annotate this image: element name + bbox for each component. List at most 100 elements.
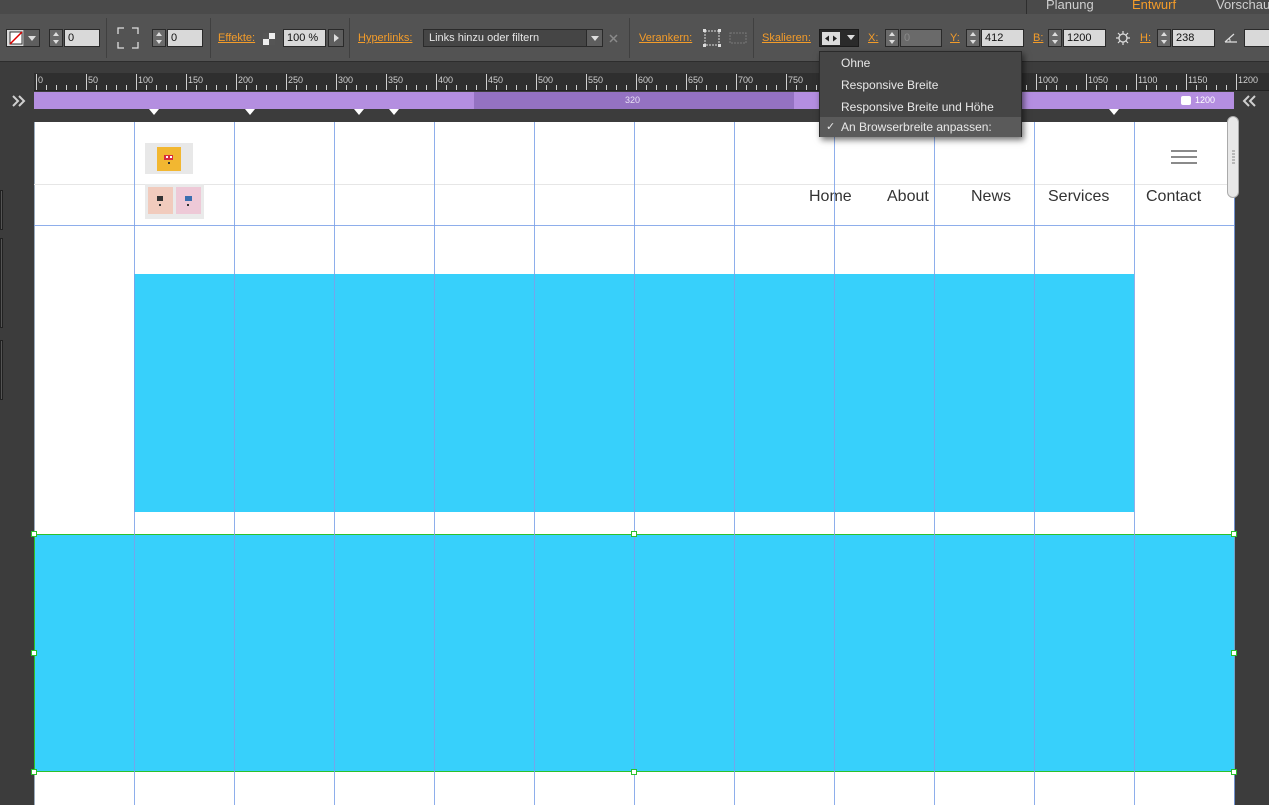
menu-item-responsive-width[interactable]: Responsive Breite — [820, 74, 1021, 96]
ruler-minor-tick — [1146, 85, 1147, 90]
ruler-minor-tick — [266, 85, 267, 90]
breakpoint-marker[interactable] — [1109, 109, 1119, 115]
rotation-input[interactable] — [1244, 29, 1269, 47]
logo-mark-eye — [166, 156, 168, 158]
anchor-label[interactable]: Verankern: — [639, 32, 692, 44]
row-guide — [34, 225, 1234, 226]
menu-item-ohne[interactable]: Ohne — [820, 52, 1021, 74]
left-panel-stub[interactable] — [0, 340, 3, 400]
x-label[interactable]: X: — [868, 32, 878, 44]
ruler-tick-label: 1050 — [1088, 75, 1109, 85]
mode-tab-vorschau[interactable]: Vorschau — [1216, 0, 1269, 12]
mode-tab-entwurf[interactable]: Entwurf — [1132, 0, 1176, 12]
ruler-minor-tick — [676, 85, 677, 90]
link-dimensions-icon[interactable] — [1114, 30, 1132, 46]
ruler-minor-tick — [576, 85, 577, 90]
nav-home[interactable]: Home — [809, 188, 852, 206]
stroke-spinner[interactable] — [49, 29, 63, 47]
effects-label[interactable]: Effekte: — [218, 32, 255, 44]
resize-handle-right[interactable] — [1231, 650, 1237, 656]
width-label[interactable]: B: — [1033, 32, 1043, 44]
ruler-minor-tick — [526, 85, 527, 90]
corner-spinner[interactable] — [152, 29, 166, 47]
ruler-minor-tick — [426, 85, 427, 90]
width-input[interactable]: 1200 — [1063, 29, 1106, 47]
hamburger-menu-icon[interactable] — [1171, 149, 1198, 165]
opacity-input[interactable]: 100 % — [283, 29, 326, 47]
ruler-major-tick — [136, 74, 137, 90]
breakpoint-marker[interactable] — [149, 109, 159, 115]
left-panel-stub[interactable] — [0, 190, 3, 230]
scale-label[interactable]: Skalieren: — [762, 32, 811, 44]
resize-handle-top[interactable] — [631, 531, 637, 537]
breakpoint-marker[interactable] — [245, 109, 255, 115]
horizontal-ruler[interactable]: 0 50 100 150 200 250 300 350 400 450 500 550 600 650 7… — [34, 73, 1269, 91]
scale-width-icon — [822, 32, 840, 45]
ruler-minor-tick — [1046, 85, 1047, 90]
stroke-width-input[interactable]: 0 — [64, 29, 100, 47]
scale-dropdown[interactable] — [819, 29, 859, 47]
ruler-minor-tick — [816, 85, 817, 90]
left-panel-stub[interactable] — [0, 238, 3, 328]
logo-small-pair[interactable] — [145, 184, 204, 219]
opacity-slider-button[interactable] — [328, 29, 344, 47]
hyperlinks-label[interactable]: Hyperlinks: — [358, 32, 412, 44]
resize-handle-top-right[interactable] — [1231, 531, 1237, 537]
height-spinner[interactable] — [1157, 29, 1171, 47]
ruler-major-tick — [736, 74, 737, 90]
x-spinner[interactable] — [885, 29, 899, 47]
height-input[interactable]: 238 — [1172, 29, 1215, 47]
anchor-frame-icon[interactable] — [702, 28, 722, 48]
ruler-tick-label: 50 — [88, 75, 99, 85]
ruler-major-tick — [586, 74, 587, 90]
ruler-minor-tick — [446, 85, 447, 90]
y-label[interactable]: Y: — [950, 32, 960, 44]
breakpoint-end[interactable]: 1200 — [1181, 94, 1229, 107]
nav-about[interactable]: About — [887, 188, 929, 206]
nav-services[interactable]: Services — [1048, 188, 1109, 206]
ruler-minor-tick — [1116, 85, 1117, 90]
ruler-minor-tick — [696, 85, 697, 90]
width-spinner[interactable] — [1048, 29, 1062, 47]
ruler-minor-tick — [806, 85, 807, 90]
ruler-minor-tick — [1106, 85, 1107, 90]
nav-contact[interactable]: Contact — [1146, 188, 1201, 206]
resize-handle-top-left[interactable] — [31, 531, 37, 537]
logo-variant-b-detail — [185, 196, 192, 201]
logo-large[interactable] — [145, 143, 193, 174]
menu-item-label: An Browserbreite anpassen: — [841, 120, 992, 134]
ruler-tick-label: 150 — [188, 75, 204, 85]
stroke-swatch[interactable] — [6, 29, 40, 47]
double-chevron-right-icon[interactable] — [10, 94, 28, 108]
ruler-minor-tick — [1066, 85, 1067, 90]
corner-radius-input[interactable]: 0 — [167, 29, 203, 47]
breakpoint-marker[interactable] — [354, 109, 364, 115]
ruler-minor-tick — [316, 85, 317, 90]
ruler-minor-tick — [756, 85, 757, 90]
resize-handle-bottom-left[interactable] — [31, 769, 37, 775]
resize-handle-bottom[interactable] — [631, 769, 637, 775]
hyperlinks-dropdown[interactable]: Links hinzu oder filtern — [423, 29, 603, 47]
ruler-minor-tick — [456, 85, 457, 90]
menu-item-responsive-width-height[interactable]: Responsive Breite und Höhe — [820, 96, 1021, 118]
vertical-scrollbar-thumb[interactable] — [1227, 116, 1239, 198]
anchor-options-icon[interactable] — [728, 30, 748, 46]
menu-item-fit-browser-width[interactable]: ✓ An Browserbreite anpassen: — [820, 117, 1021, 137]
ruler-minor-tick — [1096, 85, 1097, 90]
resize-handle-bottom-right[interactable] — [1231, 769, 1237, 775]
ruler-major-tick — [186, 74, 187, 90]
x-input[interactable]: 0 — [900, 29, 942, 47]
chevron-down-icon[interactable] — [23, 30, 39, 46]
mode-tab-planung[interactable]: Planung — [1046, 0, 1094, 12]
resize-handle-left[interactable] — [31, 650, 37, 656]
clear-icon[interactable] — [608, 33, 619, 44]
ruler-major-tick — [86, 74, 87, 90]
nav-news[interactable]: News — [971, 188, 1011, 206]
logo-mark — [157, 147, 181, 171]
height-label[interactable]: H: — [1140, 32, 1151, 44]
ruler-minor-tick — [196, 85, 197, 90]
y-spinner[interactable] — [966, 29, 980, 47]
y-input[interactable]: 412 — [981, 29, 1024, 47]
double-chevron-left-icon[interactable] — [1240, 94, 1258, 108]
breakpoint-marker[interactable] — [389, 109, 399, 115]
